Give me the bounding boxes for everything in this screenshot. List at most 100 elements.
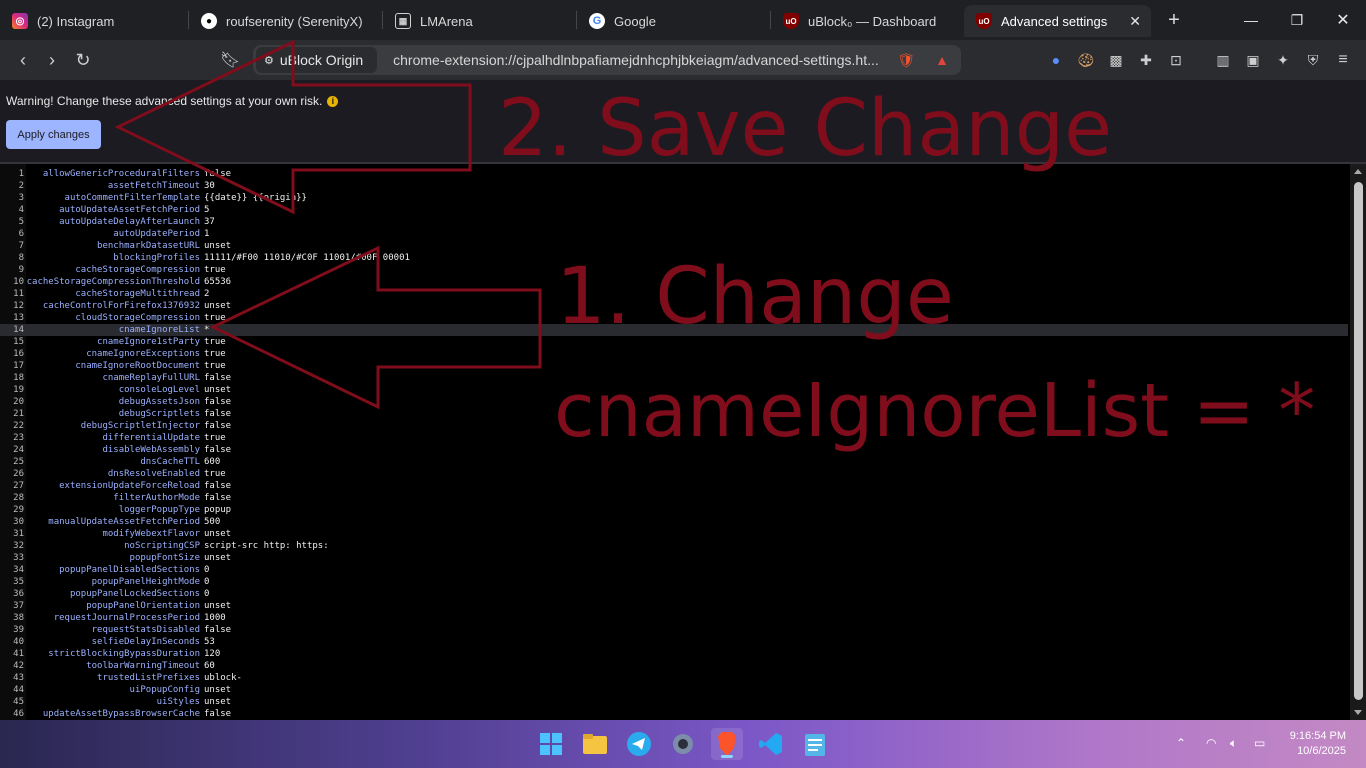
tab-github[interactable]: ● roufserenity (SerenityX) bbox=[189, 5, 382, 37]
brave-icon[interactable] bbox=[711, 728, 743, 760]
settings-row[interactable]: 40 selfieDelayInSeconds 53 bbox=[0, 636, 1348, 648]
setting-value[interactable]: unset bbox=[204, 600, 231, 612]
setting-value[interactable]: unset bbox=[204, 384, 231, 396]
vpn-icon[interactable]: ⛨ bbox=[1303, 50, 1323, 70]
setting-value[interactable]: 1 bbox=[204, 228, 209, 240]
setting-value[interactable]: 65536 bbox=[204, 276, 231, 288]
settings-row[interactable]: 37 popupPanelOrientation unset bbox=[0, 600, 1348, 612]
minimize-button[interactable]: — bbox=[1228, 0, 1274, 40]
notepad-icon[interactable] bbox=[799, 728, 831, 760]
setting-value[interactable]: 60 bbox=[204, 660, 215, 672]
settings-row[interactable]: 38 requestJournalProcessPeriod 1000 bbox=[0, 612, 1348, 624]
settings-row[interactable]: 39 requestStatsDisabled false bbox=[0, 624, 1348, 636]
extensions-icon[interactable]: ✚ bbox=[1136, 50, 1156, 70]
site-chip[interactable]: ⚙ uBlock Origin bbox=[256, 47, 378, 73]
settings-row[interactable]: 44 uiPopupConfig unset bbox=[0, 684, 1348, 696]
telegram-icon[interactable] bbox=[623, 728, 655, 760]
wallet-icon[interactable]: ▣ bbox=[1243, 50, 1263, 70]
tab-lmarena[interactable]: ▦ LMArena bbox=[383, 5, 576, 37]
scroll-up-arrow[interactable] bbox=[1354, 169, 1362, 174]
setting-value[interactable]: ublock- bbox=[204, 672, 242, 684]
setting-value[interactable]: 30 bbox=[204, 180, 215, 192]
setting-value[interactable]: 53 bbox=[204, 636, 215, 648]
setting-value[interactable]: false bbox=[204, 444, 231, 456]
settings-row[interactable]: 2 assetFetchTimeout 30 bbox=[0, 180, 1348, 192]
tab-google[interactable]: G Google bbox=[577, 5, 770, 37]
setting-value[interactable]: 500 bbox=[204, 516, 220, 528]
setting-value[interactable]: true bbox=[204, 468, 226, 480]
scroll-down-arrow[interactable] bbox=[1354, 710, 1362, 715]
settings-row[interactable]: 3 autoCommentFilterTemplate {{date}} {{ori… bbox=[0, 192, 1348, 204]
settings-row[interactable]: 28 filterAuthorMode false bbox=[0, 492, 1348, 504]
new-tab-button[interactable]: + bbox=[1159, 5, 1189, 35]
back-button[interactable]: ‹ bbox=[8, 45, 38, 75]
settings-row[interactable]: 30 manualUpdateAssetFetchPeriod 500 bbox=[0, 516, 1348, 528]
brave-rewards-icon[interactable]: ▲ bbox=[935, 52, 949, 68]
setting-value[interactable]: unset bbox=[204, 528, 231, 540]
settings-row[interactable]: 36 popupPanelLockedSections 0 bbox=[0, 588, 1348, 600]
settings-icon[interactable] bbox=[667, 728, 699, 760]
settings-row[interactable]: 5 autoUpdateDelayAfterLaunch 37 bbox=[0, 216, 1348, 228]
battery-icon[interactable]: ▭ bbox=[1254, 736, 1265, 750]
settings-row[interactable]: 4 autoUpdateAssetFetchPeriod 5 bbox=[0, 204, 1348, 216]
tab-advanced-settings[interactable]: uO Advanced settings ✕ bbox=[964, 5, 1151, 37]
vscode-icon[interactable] bbox=[755, 728, 787, 760]
setting-value[interactable]: 600 bbox=[204, 456, 220, 468]
setting-value[interactable]: unset bbox=[204, 552, 231, 564]
settings-row[interactable]: 7 benchmarkDatasetURL unset bbox=[0, 240, 1348, 252]
settings-row[interactable]: 6 autoUpdatePeriod 1 bbox=[0, 228, 1348, 240]
apply-changes-button[interactable]: Apply changes bbox=[6, 120, 101, 149]
setting-value[interactable]: 0 bbox=[204, 588, 209, 600]
setting-value[interactable]: unset bbox=[204, 300, 231, 312]
setting-value[interactable]: unset bbox=[204, 696, 231, 708]
settings-row[interactable]: 27 extensionUpdateForceReload false bbox=[0, 480, 1348, 492]
info-icon[interactable]: i bbox=[327, 95, 339, 107]
tab-instagram[interactable]: ◎ (2) Instagram bbox=[0, 5, 188, 37]
sidebar-icon[interactable]: ▥ bbox=[1213, 50, 1233, 70]
close-window-button[interactable]: ✕ bbox=[1320, 0, 1366, 40]
qr-code-icon[interactable]: ▩ bbox=[1106, 50, 1126, 70]
settings-row[interactable]: 33 popupFontSize unset bbox=[0, 552, 1348, 564]
system-clock[interactable]: 9:16:54 PM 10/6/2025 bbox=[1290, 729, 1346, 759]
setting-value[interactable]: false bbox=[204, 708, 231, 720]
search-extension-icon[interactable]: ● bbox=[1046, 50, 1066, 70]
setting-value[interactable]: false bbox=[204, 168, 231, 180]
settings-row[interactable]: 43 trustedListPrefixes ublock- bbox=[0, 672, 1348, 684]
setting-value[interactable]: false bbox=[204, 396, 231, 408]
settings-row[interactable]: 32 noScriptingCSP script-src http: https: bbox=[0, 540, 1348, 552]
settings-row[interactable]: 35 popupPanelHeightMode 0 bbox=[0, 576, 1348, 588]
settings-row[interactable]: 16 cnameIgnoreExceptions true bbox=[0, 348, 1348, 360]
settings-row[interactable]: 41 strictBlockingBypassDuration 120 bbox=[0, 648, 1348, 660]
address-bar[interactable]: ⚙ uBlock Origin chrome-extension://cjpal… bbox=[253, 45, 961, 75]
setting-value[interactable]: 0 bbox=[204, 564, 209, 576]
file-explorer-icon[interactable] bbox=[579, 728, 611, 760]
setting-value[interactable]: true bbox=[204, 348, 226, 360]
volume-icon[interactable]: 🔈︎ bbox=[1230, 736, 1237, 751]
settings-row[interactable]: 26 dnsResolveEnabled true bbox=[0, 468, 1348, 480]
settings-row[interactable]: 45 uiStyles unset bbox=[0, 696, 1348, 708]
screenshot-icon[interactable]: ⊡ bbox=[1166, 50, 1186, 70]
setting-value[interactable]: 11111/#F00 11010/#C0F 11001/#00F 00001 bbox=[204, 252, 410, 264]
cookie-icon[interactable]: 🍪︎ bbox=[1076, 50, 1096, 70]
settings-row[interactable]: 34 popupPanelDisabledSections 0 bbox=[0, 564, 1348, 576]
settings-row[interactable]: 29 loggerPopupType popup bbox=[0, 504, 1348, 516]
setting-value[interactable]: unset bbox=[204, 240, 231, 252]
setting-value[interactable]: 37 bbox=[204, 216, 215, 228]
setting-value[interactable]: 1000 bbox=[204, 612, 226, 624]
setting-value[interactable]: true bbox=[204, 264, 226, 276]
maximize-button[interactable]: ❐ bbox=[1274, 0, 1320, 40]
setting-value[interactable]: false bbox=[204, 408, 231, 420]
chevron-up-icon[interactable]: ⌃ bbox=[1176, 736, 1186, 750]
setting-value[interactable]: 0 bbox=[204, 576, 209, 588]
setting-value[interactable]: script-src http: https: bbox=[204, 540, 329, 552]
setting-value[interactable]: true bbox=[204, 360, 226, 372]
setting-value[interactable]: 120 bbox=[204, 648, 220, 660]
menu-icon[interactable]: ≡ bbox=[1333, 50, 1353, 70]
setting-value[interactable]: popup bbox=[204, 504, 231, 516]
reload-button[interactable]: ↻ bbox=[68, 45, 98, 75]
setting-value[interactable]: false bbox=[204, 492, 231, 504]
windows-start-icon[interactable] bbox=[535, 728, 567, 760]
setting-value[interactable]: false bbox=[204, 480, 231, 492]
setting-value[interactable]: {{date}} {{origin}} bbox=[204, 192, 307, 204]
setting-value[interactable]: unset bbox=[204, 684, 231, 696]
